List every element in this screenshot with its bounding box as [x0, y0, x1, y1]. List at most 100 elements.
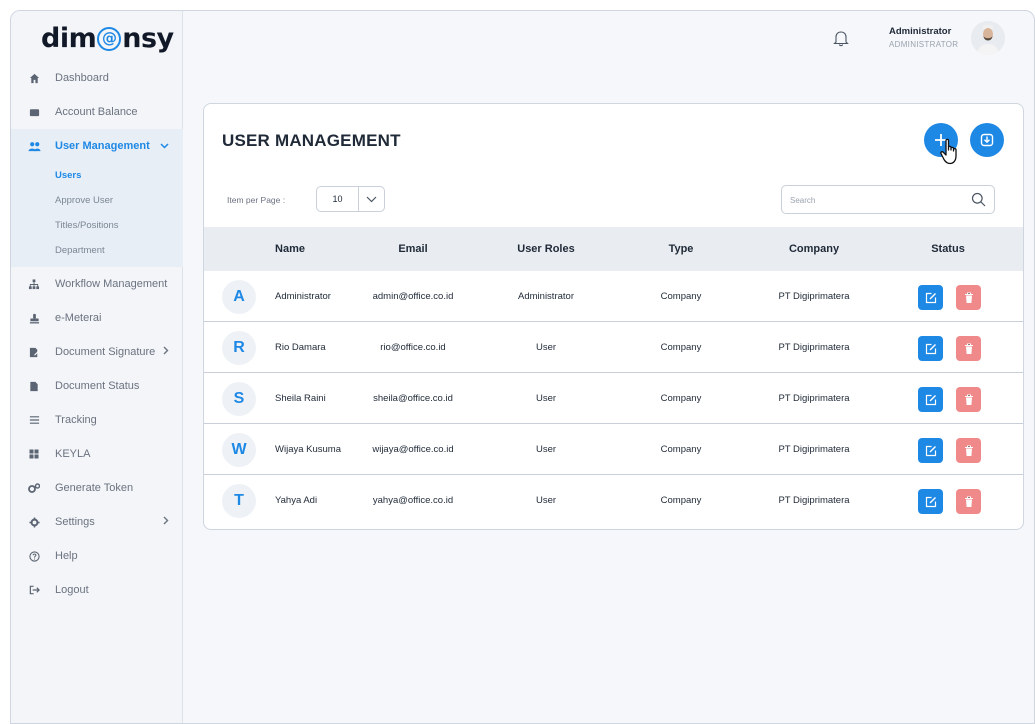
edit-button[interactable] [918, 438, 943, 463]
search-box [781, 185, 995, 214]
sidebar-item-label: KEYLA [55, 448, 91, 460]
sidebar-item-document-status[interactable]: Document Status [11, 369, 183, 403]
delete-button[interactable] [956, 285, 981, 310]
delete-button[interactable] [956, 336, 981, 361]
sidebar-item-label: Settings [55, 516, 95, 528]
sidebar-item-label: Document Signature [55, 346, 156, 358]
submenu-item-users[interactable]: Users [55, 163, 183, 188]
chevron-right-icon[interactable] [163, 346, 169, 358]
table-row[interactable]: R Rio Damara rio@office.co.id User Compa… [204, 322, 1023, 373]
cell-name: Yahya Adi [275, 495, 318, 506]
sidebar-item-document-signature[interactable]: Document Signature [11, 335, 183, 369]
bell-icon[interactable] [833, 29, 849, 47]
chevron-right-icon[interactable] [163, 516, 169, 528]
user-initial-avatar: R [222, 331, 256, 365]
logo-text-suffix: nsy [122, 23, 174, 54]
user-initial-avatar: S [222, 382, 256, 416]
edit-button[interactable] [918, 336, 943, 361]
cell-type: Company [660, 393, 702, 404]
items-per-page-select[interactable]: 10 [316, 186, 385, 212]
sidebar-item-label: User Management [55, 140, 150, 152]
delete-button[interactable] [956, 489, 981, 514]
sidebar-item-dashboard[interactable]: Dashboard [11, 61, 183, 95]
column-header-company[interactable]: Company [744, 227, 884, 271]
sidebar-item-generate-token[interactable]: Generate Token [11, 471, 183, 505]
avatar[interactable] [971, 21, 1005, 55]
edit-button[interactable] [918, 285, 943, 310]
sidebar-item-label: Document Status [55, 380, 140, 392]
cell-user-role: User [535, 342, 557, 353]
download-button[interactable] [970, 123, 1004, 157]
cell-email: rio@office.co.id [380, 342, 446, 353]
cell-company: PT Digiprimatera [778, 291, 850, 302]
grid-icon [27, 447, 41, 461]
submenu-item-titles-positions[interactable]: Titles/Positions [55, 213, 183, 238]
cell-name: Sheila Raini [275, 393, 326, 404]
column-header-user-roles[interactable]: User Roles [484, 227, 608, 271]
cell-email: sheila@office.co.id [373, 393, 453, 404]
dimensy-logo[interactable]: dim @ nsy [41, 23, 174, 54]
cell-company: PT Digiprimatera [778, 495, 850, 506]
column-header-email[interactable]: Email [354, 227, 472, 271]
edit-button[interactable] [918, 387, 943, 412]
sidebar-item-label: Workflow Management [55, 278, 168, 290]
page-title: USER MANAGEMENT [222, 131, 401, 150]
delete-button[interactable] [956, 438, 981, 463]
sidebar-menu: Dashboard Account Balance User Managemen… [11, 61, 183, 607]
column-header-type[interactable]: Type [624, 227, 738, 271]
search-icon[interactable] [971, 192, 986, 212]
user-role: ADMINISTRATOR [889, 40, 959, 49]
edit-button[interactable] [918, 489, 943, 514]
table-header: Name Email User Roles Type Company Statu… [204, 227, 1023, 271]
table-row[interactable]: A Administrator admin@office.co.id Admin… [204, 271, 1023, 322]
table-row[interactable]: S Sheila Raini sheila@office.co.id User … [204, 373, 1023, 424]
workflow-icon [27, 277, 41, 291]
cell-user-role: Administrator [518, 291, 574, 302]
hand-cursor-icon [939, 138, 963, 166]
column-header-status[interactable]: Status [900, 227, 996, 271]
cell-type: Company [660, 444, 702, 455]
sidebar-item-workflow-management[interactable]: Workflow Management [11, 267, 183, 301]
logo-at-icon: @ [97, 26, 122, 51]
sidebar-item-account-balance[interactable]: Account Balance [11, 95, 183, 129]
sidebar-item-help[interactable]: Help [11, 539, 183, 573]
cell-email: admin@office.co.id [372, 291, 454, 302]
search-input[interactable] [790, 192, 960, 208]
sidebar-item-label: Help [55, 550, 78, 562]
table-row[interactable]: W Wijaya Kusuma wijaya@office.co.id User… [204, 424, 1023, 475]
sidebar-item-settings[interactable]: Settings [11, 505, 183, 539]
items-per-page-value: 10 [317, 187, 359, 211]
gears-icon [27, 481, 41, 495]
logo-text-prefix: dim [41, 23, 97, 54]
delete-button[interactable] [956, 387, 981, 412]
sidebar-item-e-meterai[interactable]: e-Meterai [11, 301, 183, 335]
cell-user-role: User [535, 495, 557, 506]
sidebar-item-user-management[interactable]: User Management [11, 129, 183, 163]
app-window: dim @ nsy Dashboard Account Balance User M… [10, 10, 1035, 724]
submenu-item-approve-user[interactable]: Approve User [55, 188, 183, 213]
home-icon [27, 71, 41, 85]
column-header-name[interactable]: Name [222, 227, 358, 271]
cell-name: Rio Damara [275, 342, 326, 353]
sidebar-item-keyla[interactable]: KEYLA [11, 437, 183, 471]
cell-name: Wijaya Kusuma [275, 444, 341, 455]
chevron-down-icon [359, 196, 384, 203]
chevron-down-icon[interactable] [160, 141, 169, 152]
cell-company: PT Digiprimatera [778, 444, 850, 455]
submenu-item-department[interactable]: Department [55, 238, 183, 263]
user-initial-avatar: A [222, 280, 256, 314]
help-icon [27, 549, 41, 563]
sidebar-item-label: Logout [55, 584, 89, 596]
cell-user-role: User [535, 444, 557, 455]
cell-company: PT Digiprimatera [778, 393, 850, 404]
sidebar: dim @ nsy Dashboard Account Balance User M… [11, 11, 183, 723]
user-name: Administrator [889, 26, 952, 37]
cell-type: Company [660, 495, 702, 506]
cell-type: Company [660, 342, 702, 353]
sidebar-item-label: Tracking [55, 414, 97, 426]
sidebar-item-label: Generate Token [55, 482, 134, 494]
sidebar-item-logout[interactable]: Logout [11, 573, 183, 607]
cell-type: Company [660, 291, 702, 302]
sidebar-item-tracking[interactable]: Tracking [11, 403, 183, 437]
table-row[interactable]: T Yahya Adi yahya@office.co.id User Comp… [204, 475, 1023, 526]
